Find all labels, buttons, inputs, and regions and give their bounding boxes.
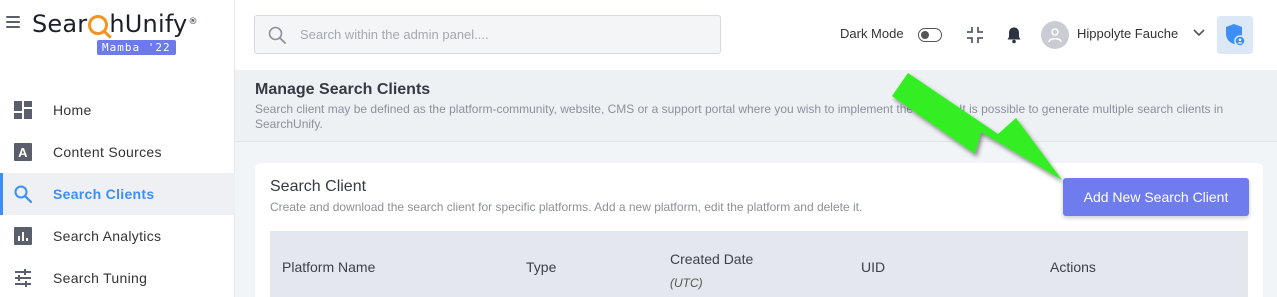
search-icon [13,184,33,204]
sidebar-item-label: Search Analytics [53,228,162,244]
menu-toggle-icon[interactable] [6,16,20,28]
sidebar-item-search-analytics[interactable]: Search Analytics [0,215,235,257]
page-title: Manage Search Clients [255,81,431,98]
dark-mode-toggle[interactable] [918,28,942,42]
sidebar-nav: Home A Content Sources Search Clients Se… [0,89,235,297]
admin-search-input[interactable] [300,27,700,42]
dashboard-icon [13,100,33,120]
username[interactable]: Hippolyte Fauche [1077,26,1178,41]
column-header-platform-name[interactable]: Platform Name [282,259,375,275]
user-icon [1048,28,1062,43]
sidebar-item-search-tuning[interactable]: Search Tuning [0,257,235,297]
page-header: Manage Search Clients Search client may … [235,70,1277,142]
sidebar-item-label: Search Tuning [53,270,148,286]
search-client-card: Search Client Create and download the se… [255,163,1263,297]
sidebar: Sear hUnify ® Mamba '22 Home A Content Sou… [0,0,235,297]
security-shield-button[interactable] [1217,16,1253,54]
table-header: Platform Name Type Created Date (UTC) UID… [270,231,1248,297]
sidebar-item-search-clients[interactable]: Search Clients [0,173,235,215]
sidebar-item-home[interactable]: Home [0,89,235,131]
sidebar-item-label: Content Sources [53,144,162,160]
toggle-knob [921,31,929,39]
created-date-label: Created Date [670,251,754,267]
top-header: Dark Mode Hippolyte Fauche [235,0,1277,70]
version-badge: Mamba '22 [97,40,176,55]
column-header-created-date[interactable]: Created Date (UTC) [670,247,753,295]
tuning-icon [13,268,33,288]
add-new-search-client-button[interactable]: Add New Search Client [1063,178,1249,216]
card-title: Search Client [270,178,367,195]
collapse-fullscreen-icon[interactable] [966,26,984,44]
content-sources-icon: A [13,142,33,162]
page-description: Search client may be defined as the plat… [255,102,1224,131]
dark-mode-label: Dark Mode [840,26,904,41]
column-header-type[interactable]: Type [526,259,556,275]
sidebar-item-label: Home [53,102,92,118]
shield-icon [1226,24,1246,47]
column-header-uid[interactable]: UID [861,259,885,275]
analytics-icon [13,226,33,246]
search-icon [268,26,286,44]
logo: Sear hUnify ® [32,10,198,38]
notification-bell-icon[interactable] [1005,26,1023,44]
logo-lens-icon [88,15,109,35]
sidebar-item-label: Search Clients [53,186,155,202]
user-avatar[interactable] [1041,21,1069,49]
column-header-actions: Actions [1050,259,1096,275]
created-date-unit: (UTC) [670,276,703,290]
svg-text:A: A [18,145,28,160]
admin-search-box[interactable] [254,15,721,54]
sidebar-item-content-sources[interactable]: A Content Sources [0,131,235,173]
card-description: Create and download the search client fo… [270,200,863,214]
chevron-down-icon[interactable] [1193,29,1205,37]
